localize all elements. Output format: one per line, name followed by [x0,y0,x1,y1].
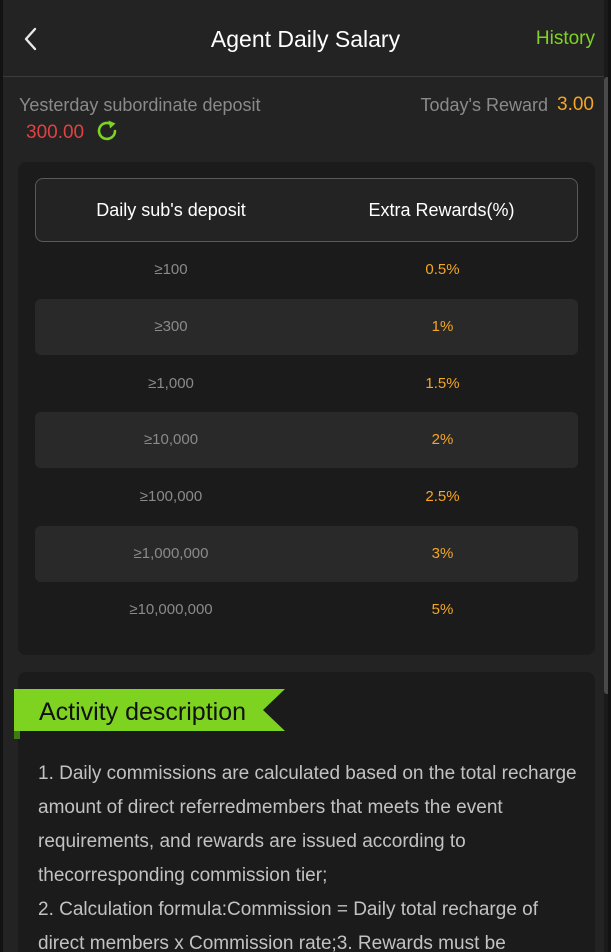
scrollbar[interactable] [604,0,608,952]
refresh-icon[interactable] [94,118,120,144]
activity-description-title: Activity description [39,698,247,726]
app-screen: Agent Daily Salary History Yesterday sub… [3,0,608,952]
reward-cell: 5% [431,601,454,618]
activity-description-text: 1. Daily commissions are calculated base… [38,757,588,952]
deposit-cell: ≥100,000 [139,488,203,505]
table-row: ≥1,000 1.5% [35,356,578,412]
top-bar: Agent Daily Salary History [3,0,608,77]
reward-cell: 2.5% [425,488,460,505]
column-header-reward: Extra Rewards(%) [368,200,515,220]
reward-cell: 1% [431,318,454,335]
deposit-value: 300.00 [26,122,85,143]
reward-cell: 2% [431,431,454,448]
page-title: Agent Daily Salary [210,26,401,52]
deposit-cell: ≥1,000 [148,375,194,392]
deposit-cell: ≥1,000,000 [133,545,209,562]
reward-value: 3.00 [557,94,594,115]
history-link[interactable]: History [536,27,595,51]
deposit-cell: ≥10,000 [143,431,199,448]
reward-table: Daily sub's deposit Extra Rewards(%) ≥10… [18,162,595,655]
reward-cell: 0.5% [425,261,460,278]
table-row: ≥1,000,000 3% [35,526,578,582]
description-line: 2. Calculation formula:Commission = Dail… [38,899,539,952]
table-row: ≥100,000 2.5% [35,469,578,525]
column-header-deposit: Daily sub's deposit [96,200,246,220]
reward-cell: 3% [431,545,454,562]
table-header: Daily sub's deposit Extra Rewards(%) [35,178,578,242]
scrollbar-thumb[interactable] [604,77,608,694]
table-row: ≥10,000,000 5% [35,582,578,638]
deposit-cell: ≥100 [154,261,188,278]
description-line: 1. Daily commissions are calculated base… [38,763,577,886]
reward-cell: 1.5% [425,375,460,392]
deposit-label: Yesterday subordinate deposit [19,95,261,115]
table-row: ≥300 1% [35,299,578,355]
table-row: ≥100 0.5% [35,242,578,298]
deposit-cell: ≥300 [154,318,188,335]
deposit-cell: ≥10,000,000 [129,601,213,618]
table-row: ≥10,000 2% [35,412,578,468]
reward-label: Today's Reward [420,95,549,115]
